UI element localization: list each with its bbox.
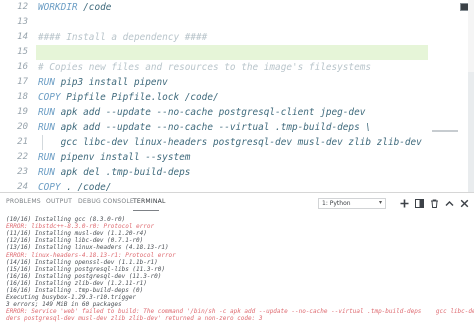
- code-line[interactable]: 14 #### Install a dependency ####: [0, 30, 474, 45]
- chevron-up-icon: [445, 200, 453, 206]
- maximize-panel-button[interactable]: [443, 197, 455, 209]
- line-number: 16: [17, 62, 28, 72]
- kill-terminal-button[interactable]: [428, 197, 440, 209]
- tab-terminal[interactable]: TERMINAL: [133, 198, 166, 205]
- indent-guide: [42, 135, 43, 150]
- keyword-token: RUN: [38, 122, 55, 133]
- keyword-token: RUN: [38, 167, 55, 178]
- bottom-panel: PROBLEMS OUTPUT DEBUG CONSOLE TERMINAL 1…: [0, 192, 474, 323]
- code-line[interactable]: 16 # Copies new files and resources to th…: [0, 60, 474, 75]
- code-text: RUN pip3 install pipenv: [38, 75, 168, 90]
- text-token: pipenv install --system: [54, 152, 191, 163]
- code-text: RUN apk add --update --no-cache --virtua…: [38, 120, 371, 135]
- text-token: /code: [77, 2, 112, 13]
- code-line[interactable]: 24 COPY . /code/: [0, 180, 474, 192]
- current-line[interactable]: 15: [0, 45, 474, 60]
- line-number: 15: [17, 47, 28, 57]
- trash-icon: [430, 199, 438, 208]
- keyword-token: RUN: [38, 77, 55, 88]
- code-line[interactable]: 21 gcc libc-dev linux-headers postgresql…: [0, 135, 474, 150]
- split-terminal-button[interactable]: [413, 197, 425, 209]
- keyword-token: RUN: [38, 107, 55, 118]
- line-number: 24: [17, 182, 28, 192]
- line-number: 22: [17, 152, 28, 162]
- panel-tab-bar: PROBLEMS OUTPUT DEBUG CONSOLE TERMINAL 1…: [0, 193, 474, 213]
- text-token: pip3 install pipenv: [54, 77, 168, 88]
- close-panel-button[interactable]: [458, 197, 470, 209]
- code-line[interactable]: 23 RUN apk del .tmp-build-deps: [0, 165, 474, 180]
- text-token: gcc libc-dev linux-headers postgresql-de…: [38, 137, 422, 148]
- keyword-token: WORKDIR: [38, 2, 78, 13]
- new-terminal-icon: [400, 199, 408, 207]
- code-editor[interactable]: 12 WORKDIR /code 13 14 #### Install a depend…: [0, 0, 474, 192]
- text-token: apk del .tmp-build-deps: [54, 167, 191, 178]
- keyword-token: COPY: [38, 182, 61, 192]
- tab-problems[interactable]: PROBLEMS: [6, 198, 41, 205]
- keyword-token: COPY: [38, 92, 61, 103]
- code-line[interactable]: 22 RUN pipenv install --system: [0, 150, 474, 165]
- scrollbar-shade: [468, 72, 474, 192]
- code-text: RUN apk del .tmp-build-deps: [38, 165, 190, 180]
- line-number: 14: [17, 32, 28, 42]
- line-number: 20: [17, 122, 28, 132]
- comment-token: #### Install a dependency ####: [38, 32, 208, 43]
- line-number: 19: [17, 107, 28, 117]
- text-token: apk add --update --no-cache postgresql-c…: [54, 107, 366, 118]
- keyword-token: RUN: [38, 152, 55, 163]
- code-line[interactable]: 20 RUN apk add --update --no-cache --virt…: [0, 120, 474, 135]
- text-token: . /code/: [60, 182, 112, 192]
- line-number: 17: [17, 77, 28, 87]
- line-number: 23: [17, 167, 28, 177]
- code-text: gcc libc-dev linux-headers postgresql-de…: [38, 135, 422, 150]
- code-line[interactable]: 19 RUN apk add --update --no-cache postgr…: [0, 105, 474, 120]
- code-text: # Copies new files and resources to the …: [38, 60, 371, 75]
- terminal-selector-value: 1: Python: [322, 200, 351, 207]
- text-token: apk add --update --no-cache --virtual .t…: [54, 122, 372, 133]
- code-line[interactable]: 12 WORKDIR /code: [0, 0, 474, 15]
- close-icon: [460, 199, 468, 207]
- terminal-output[interactable]: (10/16) Installing gcc (8.3.0-r0) ERROR: …: [0, 214, 474, 323]
- code-text: COPY Pipfile Pipfile.lock /code/: [38, 90, 219, 105]
- code-line[interactable]: 13: [0, 15, 474, 30]
- code-text: WORKDIR /code: [38, 0, 111, 15]
- code-text: RUN apk add --update --no-cache postgres…: [38, 105, 365, 120]
- code-text: #### Install a dependency ####: [38, 30, 207, 45]
- tab-debug-console[interactable]: DEBUG CONSOLE: [78, 198, 134, 205]
- line-number: 12: [17, 2, 28, 12]
- split-terminal-icon: [414, 198, 424, 208]
- editor-vertical-scrollbar[interactable]: [468, 0, 474, 192]
- line-number: 18: [17, 92, 28, 102]
- code-line[interactable]: 18 COPY Pipfile Pipfile.lock /code/: [0, 90, 474, 105]
- code-line[interactable]: 17 RUN pip3 install pipenv: [0, 75, 474, 90]
- terminal-selector[interactable]: 1: Python ▾: [318, 198, 386, 209]
- comment-token: # Copies new files and resources to the …: [38, 62, 372, 73]
- chevron-down-icon: ▾: [378, 199, 382, 206]
- text-token: Pipfile Pipfile.lock /code/: [60, 92, 219, 103]
- active-tab-indicator: [133, 210, 159, 211]
- code-text: RUN pipenv install --system: [38, 150, 190, 165]
- tab-output[interactable]: OUTPUT: [46, 198, 72, 205]
- code-text: COPY . /code/: [38, 180, 111, 192]
- editor-horizontal-scrollbar[interactable]: [432, 130, 458, 132]
- current-line-highlight: [36, 45, 428, 60]
- new-terminal-button[interactable]: [398, 197, 410, 209]
- line-number: 21: [17, 137, 28, 147]
- line-number: 13: [17, 17, 28, 27]
